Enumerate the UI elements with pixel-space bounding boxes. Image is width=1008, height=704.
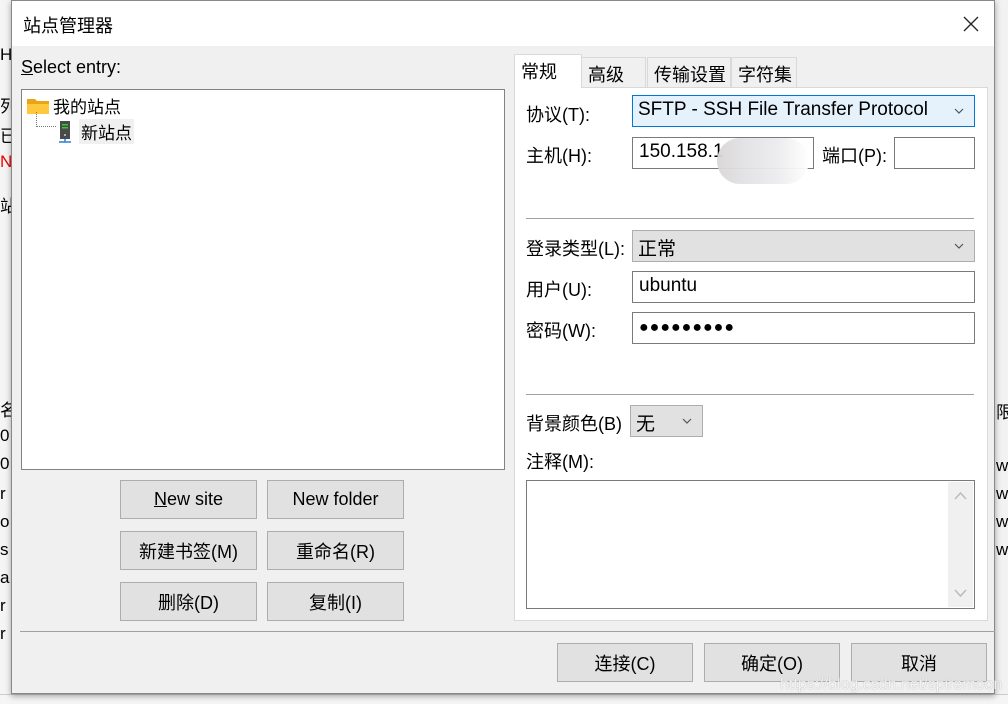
port-label: 端口(P): [822,146,887,166]
new-site-button[interactable]: New site [120,480,257,519]
tree-connector [36,112,56,127]
bg-glyph: w [996,512,1008,531]
bg-glyph: r [0,484,6,503]
mnemonic: S [21,57,34,77]
logon-type-label: 登录类型(L): [526,239,625,259]
bg-glyph: r [0,596,6,615]
tree-item-label: 新站点 [79,119,134,144]
new-folder-button[interactable]: New folder [267,480,404,519]
background-right-strip: 限 w w w w [994,0,1008,704]
redaction-blur [717,138,809,184]
tab-transfer-settings[interactable]: 传输设置 [647,57,731,87]
connect-button[interactable]: 连接(C) [557,643,693,682]
scroll-up-icon[interactable] [948,486,973,506]
bg-glyph: s [0,540,9,559]
bg-glyph: w [996,484,1008,503]
protocol-label: 协议(T): [526,105,590,125]
bg-glyph: w [996,456,1008,475]
host-label: 主机(H): [526,146,592,166]
scroll-down-icon[interactable] [948,583,973,603]
tree-item-new-site[interactable]: 新站点 [57,119,134,144]
password-label: 密码(W): [526,321,596,341]
chevron-down-icon [954,108,964,114]
comments-scrollbar[interactable] [948,482,973,607]
background-color-select[interactable]: 无 [630,405,703,437]
protocol-value: SFTP - SSH File Transfer Protocol [638,99,929,120]
bg-glyph: 限 [996,403,1008,422]
tab-charset[interactable]: 字符集 [731,57,797,87]
protocol-select[interactable]: SFTP - SSH File Transfer Protocol [632,95,975,127]
logon-type-value: 正常 [638,239,677,260]
button-label-rest: ew site [166,489,224,509]
user-input[interactable]: ubuntu [632,271,975,303]
password-input[interactable]: ●●●●●●●●● [632,312,975,344]
logon-type-select[interactable]: 正常 [632,230,975,262]
background-color-label: 背景颜色(B) [526,414,622,434]
watermark: https://blog.csdn.net/spiremoon [780,676,1003,693]
duplicate-button[interactable]: 复制(I) [267,582,404,621]
port-input[interactable] [894,137,975,169]
section-divider [526,218,974,219]
rename-button[interactable]: 重命名(R) [267,531,404,570]
comments-label: 注释(M): [526,452,594,472]
new-bookmark-button[interactable]: 新建书签(M) [120,531,257,570]
tree-item-label: 我的站点 [53,98,121,117]
title-bar: 站点管理器 [12,1,994,46]
mnemonic: N [153,489,167,509]
bg-glyph: w [996,540,1008,559]
close-icon [963,16,979,31]
chevron-down-icon [682,418,692,424]
site-tree[interactable]: 我的站点 新站点 [21,89,505,470]
bg-glyph: 0 [0,426,10,445]
bg-glyph: r [0,624,6,643]
delete-button[interactable]: 删除(D) [120,582,257,621]
background-color-value: 无 [636,414,656,435]
bg-glyph: 0 [0,454,10,473]
select-entry-text: elect entry: [33,57,122,77]
chevron-down-icon [954,243,964,249]
window-title: 站点管理器 [23,16,113,36]
select-entry-label: Select entry: [21,57,121,78]
tab-advanced[interactable]: 高级 [581,57,646,87]
background-status-bar [0,694,1008,704]
close-button[interactable] [948,1,994,46]
section-divider [526,394,974,395]
comments-textarea[interactable] [526,480,975,609]
bg-glyph: o [0,512,10,531]
bg-glyph: a [0,568,10,587]
footer-divider [20,631,995,632]
server-icon [59,120,71,143]
user-label: 用户(U): [526,280,592,300]
tab-general[interactable]: 常规 [514,54,582,88]
